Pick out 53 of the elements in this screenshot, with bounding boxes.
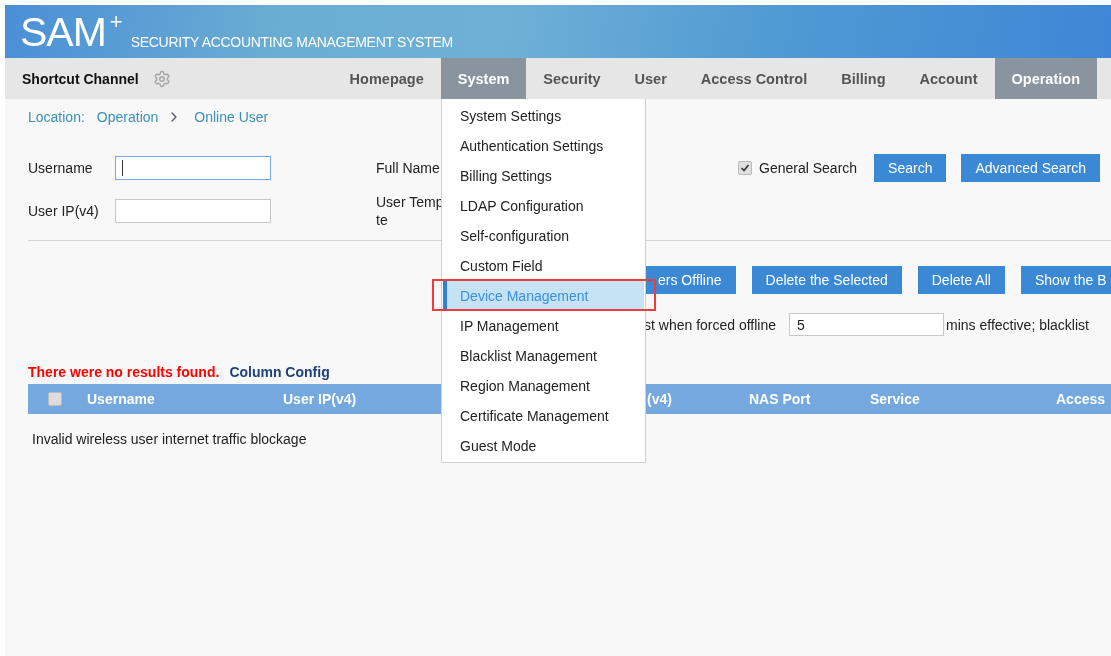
menu-item[interactable]: Certificate Management <box>443 401 644 431</box>
nav-tab[interactable]: Billing <box>824 58 903 99</box>
field-label: User IP(v4) <box>28 203 100 219</box>
shortcut-channel-label: Shortcut Channel <box>22 70 139 87</box>
breadcrumb-link[interactable]: Operation <box>96 109 159 125</box>
search-button[interactable]: Search <box>874 154 947 182</box>
location-label: Location: <box>28 109 85 125</box>
field-label: Full Name <box>376 160 440 176</box>
select-all-checkbox[interactable] <box>47 392 62 406</box>
logo-text: SAM <box>20 10 106 54</box>
action-button[interactable]: Delete All <box>917 266 1005 294</box>
action-button[interactable]: ers Offline <box>644 266 736 294</box>
column-header: Service <box>870 391 921 407</box>
column-header: NAS Port <box>749 391 812 407</box>
menu-item[interactable]: Self-configuration <box>443 221 644 251</box>
column-header: Access <box>1056 391 1107 407</box>
field-label: Username <box>28 160 94 176</box>
breadcrumb-link[interactable]: Online User <box>194 109 269 125</box>
text-cursor <box>122 160 123 176</box>
general-search-checkbox[interactable] <box>738 161 753 175</box>
no-results-message: There were no results found. <box>28 364 220 380</box>
nav-tab[interactable]: Access Control <box>683 58 825 99</box>
column-config-link[interactable]: Column Config <box>229 364 330 380</box>
blacklist-text: mins effective; blacklist <box>946 316 1089 333</box>
nav-tab[interactable]: Security <box>526 58 618 99</box>
traffic-note: Invalid wireless user internet traffic blockage <box>32 431 307 447</box>
menu-item[interactable]: Custom Field <box>443 251 644 281</box>
menu-item[interactable]: IP Management <box>443 311 644 341</box>
menu-item[interactable]: Blacklist Management <box>443 341 644 371</box>
menu-item[interactable]: Guest Mode <box>443 431 644 461</box>
system-subtitle: SECURITY ACCOUNTING MANAGEMENT SYSTEM <box>130 34 453 50</box>
nav-tab[interactable]: Homepage <box>332 58 441 99</box>
column-header: Username <box>87 391 156 407</box>
ip-field[interactable] <box>115 199 271 223</box>
nav-tab[interactable]: Operation <box>994 58 1097 99</box>
nav-tab[interactable]: User <box>617 58 684 99</box>
action-button[interactable]: Show the B <box>1020 266 1111 294</box>
menu-item[interactable]: Billing Settings <box>443 161 644 191</box>
nav-tab[interactable]: System <box>440 58 527 99</box>
search-button[interactable]: Advanced Search <box>961 154 1100 182</box>
column-header: User IP(v4) <box>283 391 358 407</box>
menu-item[interactable]: System Settings <box>443 101 644 131</box>
menu-item[interactable]: LDAP Configuration <box>443 191 644 221</box>
settings-icon[interactable] <box>152 69 171 88</box>
action-button[interactable]: Delete the Selected <box>751 266 902 294</box>
nav-tab[interactable]: Account <box>902 58 995 99</box>
username-field[interactable] <box>115 156 271 180</box>
menu-item[interactable]: Authentication Settings <box>443 131 644 161</box>
checkbox-label: General Search <box>759 160 858 176</box>
column-header: (v4) <box>647 391 673 407</box>
minutes-field[interactable]: 5 <box>789 313 945 336</box>
logo-mark: + <box>109 11 123 33</box>
menu-item[interactable]: Region Management <box>443 371 644 401</box>
